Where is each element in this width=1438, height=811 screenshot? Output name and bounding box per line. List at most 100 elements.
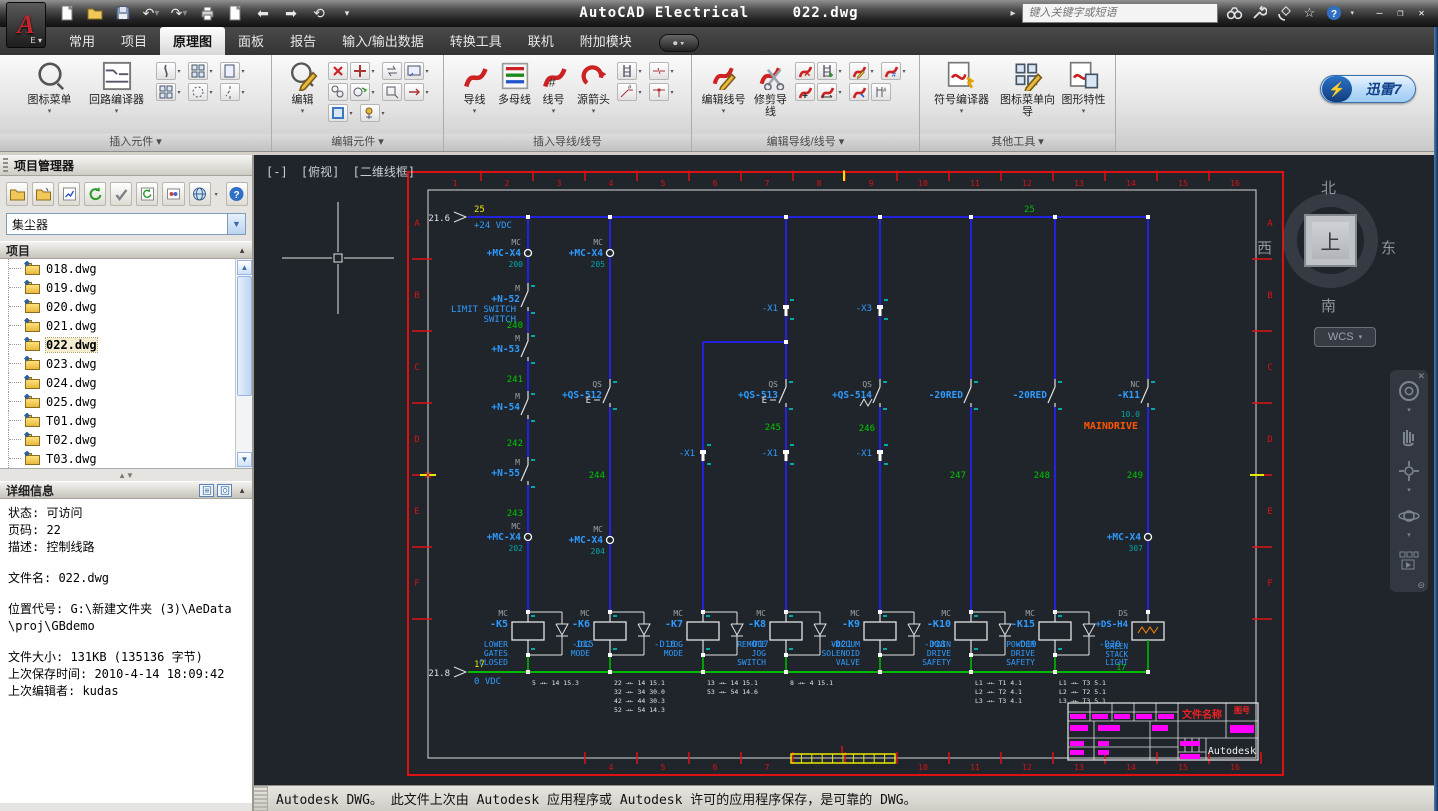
dot-tee-icon[interactable] <box>649 83 669 101</box>
edit-component-button[interactable]: 编辑▾ <box>282 59 324 115</box>
source-arrow-button[interactable]: 源箭头▾ <box>575 59 613 115</box>
panel-label-insert-components[interactable]: 插入元件 ▾ <box>0 134 271 151</box>
reverse-icon[interactable] <box>404 83 424 101</box>
qat-overflow-chevron[interactable]: ▾ <box>336 3 358 23</box>
multiple-bus-button[interactable]: 多母线 <box>497 59 533 106</box>
angled-wire-icon[interactable]: # <box>617 83 637 101</box>
wcs-menu[interactable]: WCS▾ <box>1314 327 1376 347</box>
view-cube[interactable]: 北 南 西 东 上 <box>1263 183 1398 318</box>
ribbon-tab[interactable]: 原理图 <box>160 27 225 55</box>
infocenter-chevron[interactable]: ▸ <box>1010 8 1015 19</box>
drawing-file-item[interactable]: 023.dwg <box>0 354 252 373</box>
ribbon-tab[interactable]: 附加模块 <box>567 27 645 55</box>
wire-number-button[interactable]: # 线号▾ <box>537 59 571 115</box>
drawing-canvas[interactable]: [-] [俯视] [二维线框] 123456789101112131415164… <box>254 155 1434 785</box>
search-icon[interactable] <box>1225 4 1243 22</box>
panel-list-icon[interactable] <box>188 62 208 80</box>
ribbon-tab[interactable]: 输入/输出数据 <box>329 27 437 55</box>
drawing-file-item[interactable]: 020.dwg <box>0 297 252 316</box>
viewcube-top-face[interactable]: 上 <box>1304 214 1357 267</box>
drawing-file-item[interactable]: 024.dwg <box>0 373 252 392</box>
wire-button[interactable]: 导线▾ <box>457 59 493 115</box>
toggle-wire-number-icon[interactable]: # <box>871 83 891 101</box>
drawing-file-item[interactable]: 022.dwg <box>0 335 252 354</box>
scroll-thumb[interactable] <box>237 276 252 396</box>
delete-component-icon[interactable] <box>328 62 348 80</box>
ribbon-tab[interactable]: 常用 <box>56 27 108 55</box>
ribbon-tab[interactable]: 项目 <box>108 27 160 55</box>
new-project-icon[interactable] <box>32 182 54 206</box>
drawing-file-item[interactable]: T01.dwg <box>0 411 252 430</box>
ribbon-tab[interactable]: 联机 <box>515 27 567 55</box>
help-icon[interactable] <box>1325 4 1343 22</box>
open-file-button[interactable] <box>84 3 106 23</box>
stretch-wire-icon[interactable] <box>817 83 837 101</box>
application-menu-button[interactable]: A E ▾ <box>6 2 46 48</box>
panel-label-edit-components[interactable]: 编辑元件 ▾ <box>272 134 443 151</box>
help-chevron[interactable]: ▾ <box>1350 9 1354 17</box>
viewcube-south[interactable]: 南 <box>1321 295 1336 316</box>
ribbon-display-toggle[interactable]: ⏺ ▾ <box>659 34 699 52</box>
undo-button[interactable]: ↶▾ <box>140 3 162 23</box>
communication-center-icon[interactable] <box>1275 4 1293 22</box>
panel-label-edit-wires[interactable]: 编辑导线/线号 ▾ <box>692 134 919 151</box>
details-section-header[interactable]: 详细信息 ▲ <box>0 481 252 499</box>
palette-splitter[interactable]: ▲▼ <box>0 469 252 481</box>
tree-scrollbar[interactable]: ▲ ▼ <box>235 259 252 468</box>
drawing-file-item[interactable]: 021.dwg <box>0 316 252 335</box>
viewcube-north[interactable]: 北 <box>1321 177 1336 198</box>
properties-button[interactable] <box>224 3 246 23</box>
drawing-file-item[interactable]: 025.dwg <box>0 392 252 411</box>
drawing-file-item[interactable]: T02.dwg <box>0 430 252 449</box>
drawing-properties-button[interactable]: 图形特性▾ <box>1062 59 1106 115</box>
drawing-file-item[interactable]: 018.dwg <box>0 259 252 278</box>
align-icon[interactable] <box>404 62 424 80</box>
search-input[interactable] <box>1022 3 1218 23</box>
details-preview-icon[interactable] <box>217 484 232 497</box>
viewport-view-control[interactable]: [俯视] <box>301 165 339 179</box>
toolbar-overflow-chevron[interactable]: ▾ <box>215 191 222 198</box>
viewcube-east[interactable]: 东 <box>1381 237 1396 258</box>
copy-wire-number-icon[interactable]: # <box>881 62 901 80</box>
thunder7-button[interactable]: ⚡ 迅雷7 <box>1320 75 1416 103</box>
copy-component-icon[interactable] <box>328 83 348 101</box>
projects-collapse-icon[interactable]: ▲ <box>238 246 246 255</box>
drawing-file-item[interactable]: T03.dwg <box>0 449 252 468</box>
terminal-icon[interactable] <box>220 62 240 80</box>
task-list-icon[interactable] <box>110 182 132 206</box>
wire-gap-icon[interactable] <box>649 62 669 80</box>
flip-wire-number-icon[interactable] <box>849 83 869 101</box>
details-collapse-icon[interactable]: ▲ <box>238 486 246 495</box>
pan-icon[interactable] <box>1396 423 1422 449</box>
project-selector-chevron[interactable]: ▼ <box>228 213 246 235</box>
circuit-builder-button[interactable]: 回路编译器▾ <box>82 59 152 115</box>
forward-button[interactable]: ➡ <box>280 3 302 23</box>
favorites-icon[interactable]: ☆ <box>1300 4 1318 22</box>
move-wire-number-icon[interactable] <box>795 83 815 101</box>
orbit-icon[interactable] <box>1396 503 1422 529</box>
drawing-file-item[interactable]: 019.dwg <box>0 278 252 297</box>
add-rung-icon[interactable] <box>817 62 837 80</box>
palette-grip[interactable] <box>3 158 8 173</box>
details-view-icon[interactable] <box>199 484 214 497</box>
viewport-menu-control[interactable]: [-] <box>266 165 288 179</box>
new-file-button[interactable] <box>56 3 78 23</box>
project-report-icon[interactable] <box>58 182 80 206</box>
restore-button[interactable]: ❐ <box>1392 6 1409 21</box>
edit-wire-number-button[interactable]: 编辑线号▾ <box>701 59 747 115</box>
attributes-icon[interactable] <box>328 104 348 122</box>
ribbon-tab[interactable]: 转换工具 <box>437 27 515 55</box>
viewcube-west[interactable]: 西 <box>1257 237 1272 258</box>
save-button[interactable] <box>112 3 134 23</box>
swap-update-icon[interactable] <box>382 62 402 80</box>
open-project-icon[interactable] <box>6 182 28 206</box>
contact-insert-icon[interactable] <box>220 83 240 101</box>
command-line[interactable]: Autodesk DWG。 此文件上次由 Autodesk 应用程序或 Auto… <box>254 785 1438 811</box>
delete-wire-number-icon[interactable] <box>795 62 815 80</box>
publish-web-icon[interactable] <box>189 182 211 206</box>
panel-label-insert-wires[interactable]: 插入导线/线号 <box>444 134 691 151</box>
drawing-file-item[interactable]: T04.dwg <box>0 468 252 469</box>
location-symbols-icon[interactable] <box>360 104 380 122</box>
icon-menu-button[interactable]: 图标菜单▾ <box>22 59 78 115</box>
ladder-insert-icon[interactable] <box>617 62 637 80</box>
